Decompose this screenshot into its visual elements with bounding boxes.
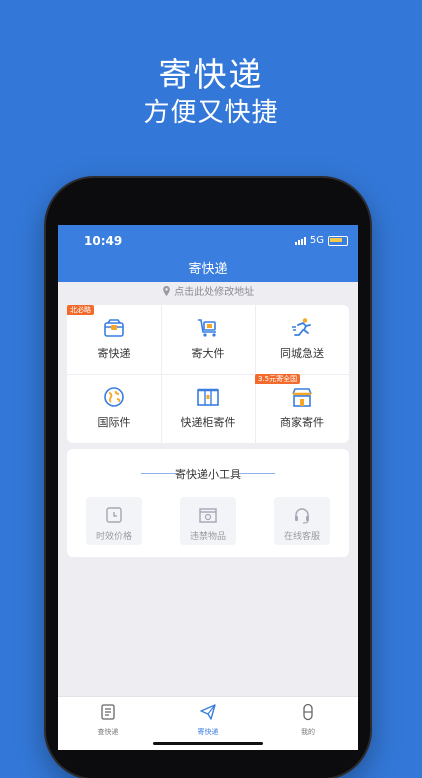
service-international[interactable]: 国际件 — [67, 374, 161, 443]
paper-plane-icon — [200, 704, 216, 720]
document-icon — [101, 704, 115, 720]
prohibited-box-icon — [199, 508, 217, 523]
tab-label: 寄快递 — [197, 728, 219, 736]
app-header: 10:49 5G 寄快递 — [58, 225, 358, 282]
clock-icon — [106, 507, 122, 523]
tool-label: 在线客服 — [283, 532, 320, 542]
service-locker[interactable]: 快递柜寄件 — [161, 374, 255, 443]
tab-label: 我的 — [301, 728, 315, 736]
tab-profile[interactable]: 我的 — [278, 703, 338, 737]
running-courier-icon — [292, 318, 311, 336]
service-send-express[interactable]: 寄快递 — [67, 305, 161, 374]
tool-label: 时效价格 — [95, 532, 132, 542]
service-label: 快递柜寄件 — [180, 416, 236, 429]
cart-icon — [198, 319, 216, 337]
user-icon — [303, 703, 313, 721]
tools-card: 寄快递小工具 时效价格 违禁物品 在线客服 — [67, 449, 349, 557]
service-badge: 3.5元寄全国 — [255, 374, 301, 384]
network-label: 5G — [309, 235, 324, 246]
service-merchant[interactable]: 商家寄件 — [255, 374, 349, 443]
address-hint: 点击此处修改地址 — [174, 287, 255, 298]
app-screen: 10:49 5G 寄快递 点击此处修改地址 寄快递 北必略 寄大件 同城急送 国… — [58, 225, 358, 750]
promo-subtitle: 方便又快捷 — [143, 98, 279, 128]
locker-icon — [197, 388, 219, 406]
signal-icon — [294, 236, 306, 245]
service-label: 寄大件 — [191, 347, 225, 360]
tab-label: 查快递 — [97, 728, 119, 736]
services-grid: 寄快递 北必略 寄大件 同城急送 国际件 快递柜寄件 商家寄件 3.5元寄全国 — [67, 305, 349, 443]
promo-title: 寄快递 — [158, 55, 264, 94]
headset-icon — [295, 508, 309, 524]
service-label: 寄快递 — [97, 347, 131, 360]
service-label: 国际件 — [97, 416, 131, 429]
home-indicator — [153, 742, 263, 745]
divider — [239, 473, 275, 474]
globe-icon — [104, 387, 124, 407]
battery-icon — [328, 235, 348, 246]
service-same-city[interactable]: 同城急送 — [255, 305, 349, 374]
location-pin-icon — [163, 286, 170, 296]
status-indicators: 5G — [294, 235, 348, 246]
package-box-icon — [104, 319, 124, 337]
tool-prohibited-items[interactable]: 违禁物品 — [180, 497, 236, 545]
tool-time-price[interactable]: 时效价格 — [86, 497, 142, 545]
service-label: 商家寄件 — [280, 416, 324, 429]
tool-label: 违禁物品 — [189, 532, 226, 542]
status-time: 10:49 — [84, 234, 123, 248]
tab-bar: 查快递 寄快递 我的 — [58, 696, 358, 750]
service-badge: 北必略 — [67, 305, 94, 315]
tool-online-service[interactable]: 在线客服 — [274, 497, 330, 545]
service-large-items[interactable]: 寄大件 — [161, 305, 255, 374]
address-bar[interactable]: 点击此处修改地址 — [58, 282, 358, 304]
tools-title: 寄快递小工具 — [175, 468, 241, 481]
service-label: 同城急送 — [280, 347, 324, 360]
tab-send[interactable]: 寄快递 — [178, 703, 238, 737]
page-title: 寄快递 — [188, 262, 228, 277]
tab-track[interactable]: 查快递 — [78, 703, 138, 737]
store-icon — [292, 388, 312, 407]
